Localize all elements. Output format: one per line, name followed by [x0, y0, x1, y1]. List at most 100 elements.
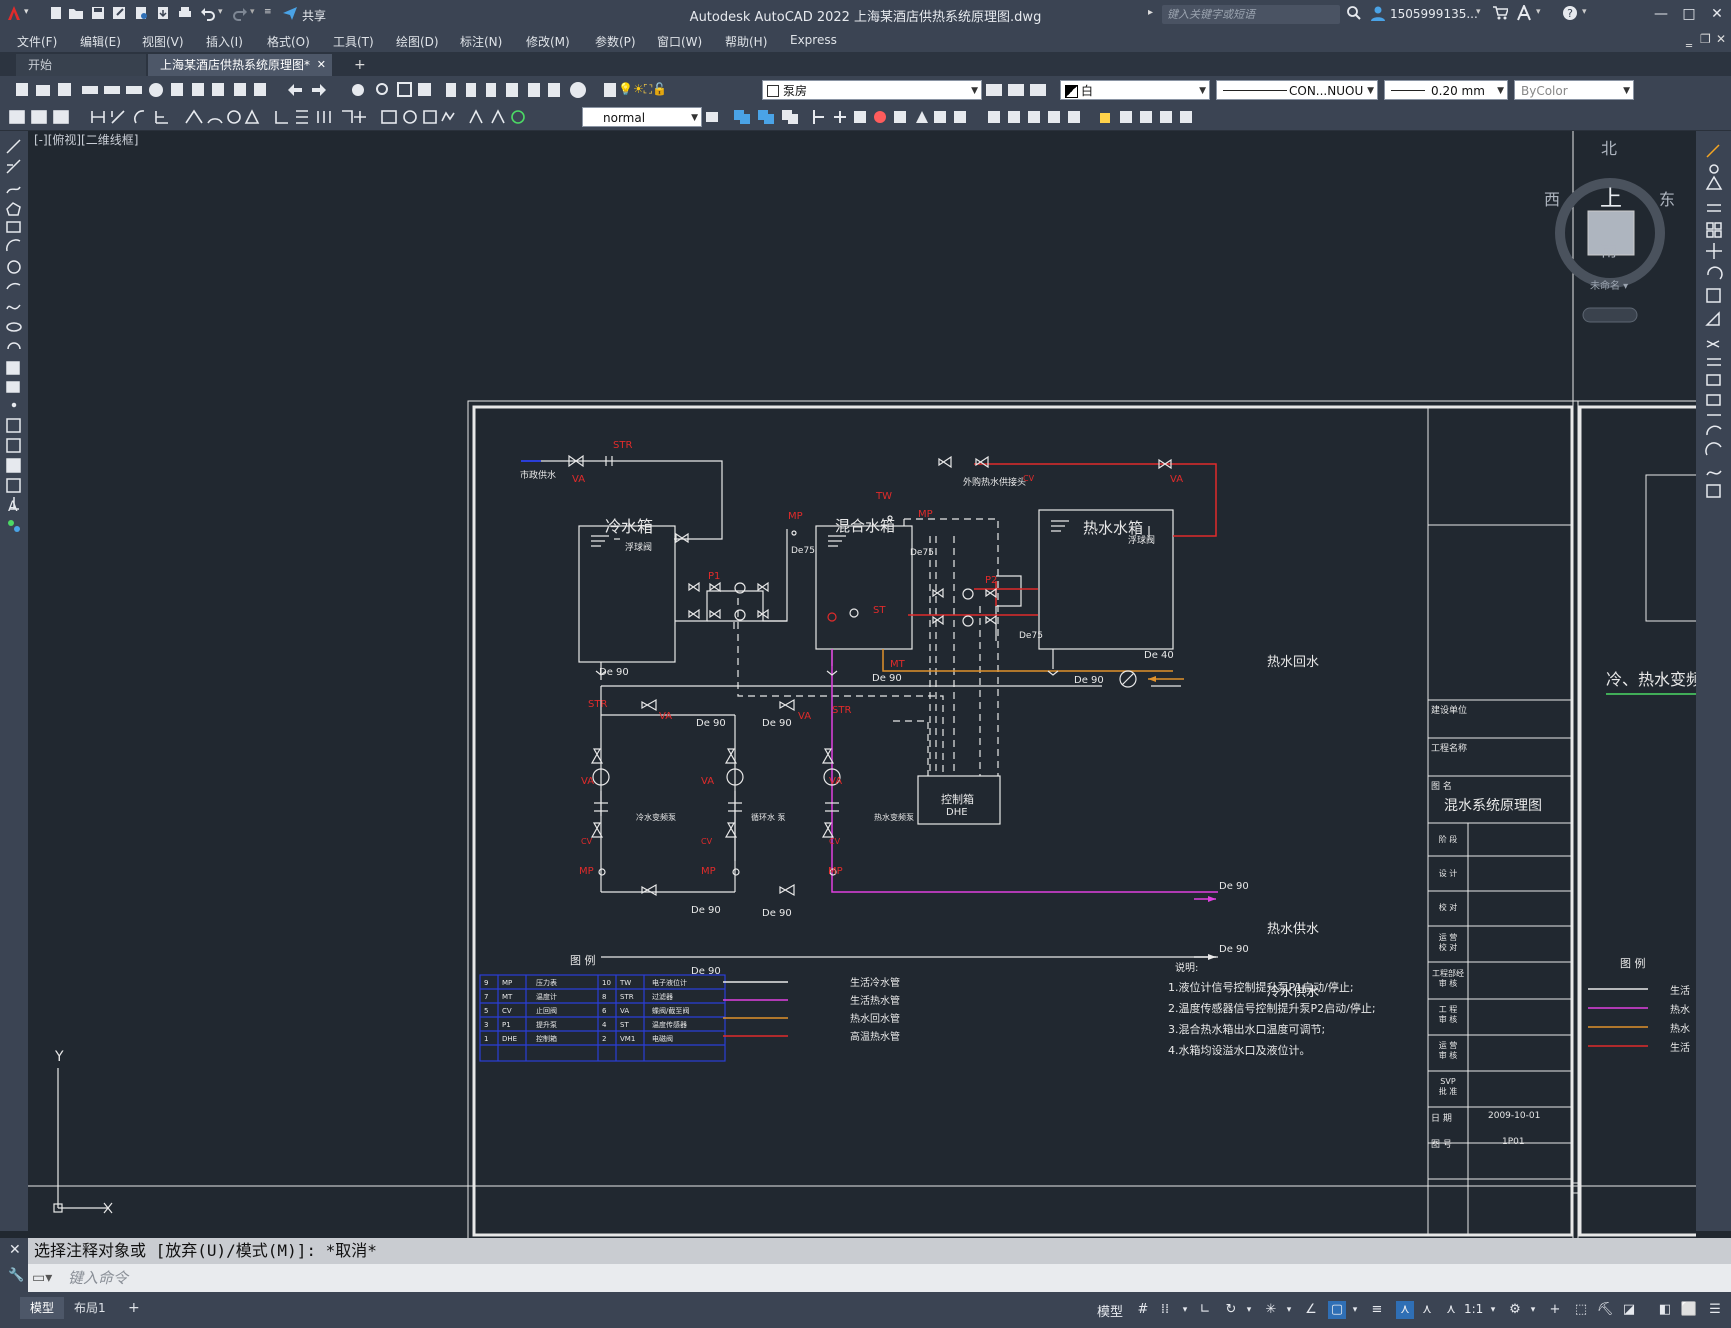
right-sheet-title: 冷、热水变频	[1606, 670, 1696, 689]
help-search-input[interactable]: 键入关键字或短语	[1162, 5, 1340, 24]
legend-cell: 止回阀	[536, 1007, 557, 1015]
layer-dropdown[interactable]: 泵房 ▼	[762, 80, 982, 100]
modify-toolbar-icons-vertical[interactable]	[1704, 143, 1724, 563]
ortho-icon[interactable]: ∟	[1196, 1301, 1214, 1319]
menu-express[interactable]: Express	[790, 33, 837, 47]
menu-file[interactable]: 文件(F)	[17, 33, 57, 50]
snap-icon[interactable]: ⁞⁞	[1156, 1301, 1174, 1319]
menu-modify[interactable]: 修改(M)	[526, 33, 570, 50]
cart-icon[interactable]	[1492, 5, 1510, 21]
draw-toolbar-icons[interactable]: A	[4, 137, 24, 587]
maximize-button[interactable]: □	[1678, 4, 1700, 24]
search-icon[interactable]	[1346, 5, 1362, 21]
tab-model[interactable]: 模型	[20, 1297, 65, 1319]
isolate-objects-icon[interactable]: ◧	[1656, 1301, 1674, 1319]
dimstyle-dropdown[interactable]: normal ▼	[582, 107, 702, 127]
polar-icon[interactable]: ↻	[1222, 1301, 1240, 1319]
isodraft-dropdown-icon[interactable]: ▾	[1280, 1301, 1298, 1319]
user-dropdown-icon[interactable]: ▾	[1476, 7, 1481, 17]
user-icon[interactable]	[1370, 5, 1386, 21]
menu-window[interactable]: 窗口(W)	[657, 33, 702, 50]
plotstyle-dropdown[interactable]: ByColor ▼	[1514, 80, 1634, 100]
doc-restore-button[interactable]: ❐	[1700, 32, 1711, 46]
doc-close-button[interactable]: ✕	[1716, 32, 1726, 46]
annotation-visibility-icon[interactable]: ⋏	[1396, 1301, 1414, 1319]
doc-minimize-button[interactable]: ‗	[1686, 33, 1692, 47]
linetype-dropdown[interactable]: CON...NUOU ▼	[1216, 80, 1378, 100]
drawing-canvas[interactable]: [-][俯视][二维线框] 北 南 东 西 上 未命名 ▾ Y 市政供水 冷水箱…	[28, 131, 1696, 1238]
help-dropdown-icon[interactable]: ▾	[1582, 7, 1587, 17]
units-icon[interactable]: ⬚	[1572, 1301, 1590, 1319]
search-expand-icon[interactable]: ▸	[1148, 7, 1153, 18]
legend-cell: MT	[502, 993, 513, 1001]
viewcube-top-face[interactable]: 上	[1600, 181, 1622, 213]
legend-cell: ST	[620, 1021, 629, 1029]
workspace-dropdown-icon[interactable]: ▾	[1524, 1301, 1542, 1319]
viewcube-west[interactable]: 西	[1544, 186, 1560, 210]
viewcube-north[interactable]: 北	[1601, 135, 1617, 159]
object-snap-icon[interactable]: ▢	[1328, 1301, 1346, 1319]
polar-dropdown-icon[interactable]: ▾	[1240, 1301, 1258, 1319]
autodesk-dropdown-icon[interactable]: ▾	[1536, 7, 1541, 17]
menu-edit[interactable]: 编辑(E)	[80, 33, 121, 50]
autodesk-app-icon[interactable]	[1516, 3, 1532, 21]
lock-ui-icon[interactable]: ◪	[1620, 1301, 1638, 1319]
viewcube-east[interactable]: 东	[1659, 186, 1675, 210]
quick-properties-icon[interactable]: ⛏	[1596, 1301, 1614, 1319]
menu-parametric[interactable]: 参数(P)	[595, 33, 636, 50]
new-tab-button[interactable]: +	[342, 54, 378, 76]
menu-draw[interactable]: 绘图(D)	[396, 33, 439, 50]
annotation-scale-value[interactable]: 1:1	[1464, 1302, 1483, 1316]
menu-view[interactable]: 视图(V)	[142, 33, 184, 50]
menu-tools[interactable]: 工具(T)	[333, 33, 374, 50]
scale-dropdown-icon[interactable]: ▾	[1484, 1301, 1502, 1319]
tab-active-drawing[interactable]: 上海某酒店供热系统原理图* ✕	[148, 54, 332, 76]
grid-icon[interactable]: #	[1134, 1301, 1152, 1319]
title-block-drawing-name: 混水系统原理图	[1444, 798, 1542, 814]
command-input[interactable]: 键入命令	[28, 1264, 1731, 1292]
workspace-gear-icon[interactable]: ⚙	[1506, 1301, 1524, 1319]
viewcube-south[interactable]: 南	[1601, 237, 1617, 261]
customize-command-icon[interactable]: 🔧	[8, 1268, 24, 1283]
model-space-button[interactable]: 模型	[1097, 1301, 1123, 1320]
object-snap-dropdown-icon[interactable]: ▾	[1346, 1301, 1364, 1319]
tab-close-icon[interactable]: ✕	[317, 54, 326, 76]
tag-cv-1: CV	[581, 837, 593, 846]
lineweight-dropdown[interactable]: 0.20 mm ▼	[1384, 80, 1508, 100]
legend-cell: 蝶阀/截至阀	[652, 1007, 690, 1015]
standard-toolbar-icons[interactable]	[6, 80, 676, 100]
dimension-toolbar-icons[interactable]	[6, 107, 576, 127]
menu-help[interactable]: 帮助(H)	[725, 33, 767, 50]
snap-dropdown-icon[interactable]: ▾	[1176, 1301, 1194, 1319]
recent-commands-icon[interactable]: ▭▾	[32, 1270, 52, 1286]
annotation-monitor-icon[interactable]: +	[1546, 1301, 1564, 1319]
minimize-button[interactable]: —	[1650, 4, 1672, 24]
auto-scale-icon[interactable]: ⋏	[1418, 1301, 1436, 1319]
customize-status-bar-icon[interactable]: ☰	[1706, 1301, 1724, 1319]
clean-screen-icon[interactable]: ⬜	[1680, 1301, 1698, 1319]
menu-insert[interactable]: 插入(I)	[206, 33, 243, 50]
command-line-handle[interactable]: ✕ 🔧	[0, 1238, 28, 1292]
menu-dimension[interactable]: 标注(N)	[460, 33, 502, 50]
layer-state-icons[interactable]: 💡☀⛶🔓	[618, 82, 667, 97]
tab-layout1[interactable]: 布局1	[64, 1297, 116, 1319]
viewcube-wcs-menu[interactable]: 未命名 ▾	[1590, 277, 1628, 292]
user-name[interactable]: 1505999135...	[1390, 7, 1478, 21]
close-command-line-icon[interactable]: ✕	[9, 1242, 21, 1258]
layer-tools-icons[interactable]	[986, 80, 1056, 100]
line-legend-item: 热水回水管	[850, 1014, 900, 1025]
right-line-legend-item: 生活	[1670, 1043, 1690, 1054]
color-dropdown[interactable]: 白 ▼	[1060, 80, 1210, 100]
add-layout-button[interactable]: +	[118, 1297, 150, 1319]
help-icon[interactable]: ?	[1562, 5, 1578, 21]
modify-toolbar-icons[interactable]	[704, 107, 1224, 127]
object-snap-tracking-icon[interactable]: ∠	[1302, 1301, 1320, 1319]
note-item: 4.水箱均设溢水口及液位计。	[1168, 1044, 1311, 1057]
hot-supply-label: 热水供水	[1267, 922, 1320, 937]
isodraft-icon[interactable]: ✳	[1262, 1301, 1280, 1319]
lineweight-display-icon[interactable]: ≡	[1368, 1301, 1386, 1319]
tab-start[interactable]: 开始	[16, 54, 146, 76]
menu-format[interactable]: 格式(O)	[267, 33, 310, 50]
annotation-scale-icon[interactable]: ⋏	[1442, 1301, 1460, 1319]
close-button[interactable]: ✕	[1706, 4, 1728, 24]
